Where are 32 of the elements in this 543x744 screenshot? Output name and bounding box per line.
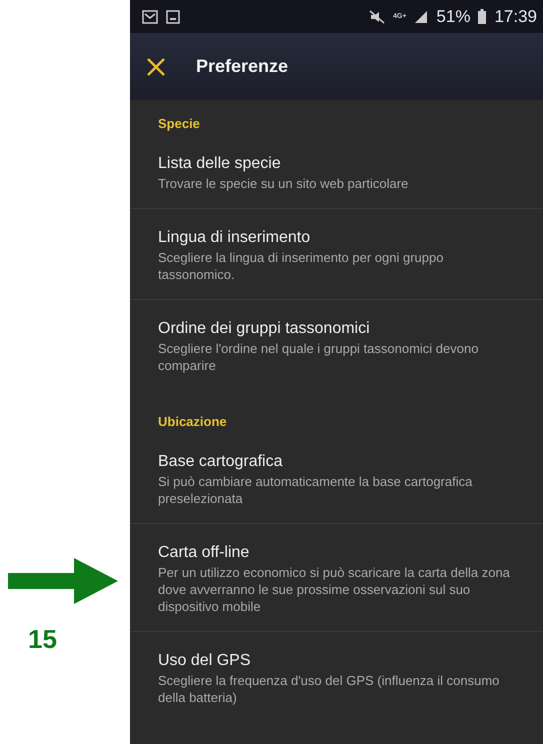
preference-title: Lista delle specie	[158, 154, 282, 174]
preference-summary: Scegliere l'ordine nel quale i gruppi tassonomici devono comparire	[158, 340, 480, 374]
image-icon	[166, 10, 180, 24]
preference-summary: Per un utilizzo economico si può scaricare la carta della zona dove avverranno le sue prossime osservazioni sul suo dispositivo mobile	[158, 564, 511, 615]
preference-summary: Si può cambiare automaticamente la base cartografica preselezionata	[158, 473, 474, 507]
preference-title: Carta off-line	[158, 543, 250, 563]
preference-item[interactable]: Base cartografica Si può cambiare automaticamente la base cartografica preselezionata	[130, 433, 543, 524]
preference-summary: Trovare le specie su un sito web particolare	[158, 175, 410, 192]
step-number: 15	[28, 624, 57, 655]
preference-title: Lingua di inserimento	[158, 228, 312, 248]
signal-icon	[414, 10, 428, 24]
preference-summary: Scegliere la frequenza d'uso del GPS (influenza il consumo della batteria)	[158, 672, 500, 706]
section-header: Ubicazione	[157, 413, 228, 431]
preference-title: Uso del GPS	[158, 651, 252, 671]
mute-icon	[368, 10, 385, 24]
screen-title: Preferenze	[196, 56, 288, 77]
battery-percent: 51%	[436, 6, 470, 26]
preference-item[interactable]: Ordine dei gruppi tassonomici Scegliere l'ordine nel quale i gruppi tassonomici devono comparire	[130, 300, 543, 390]
clock: 17:39	[494, 6, 537, 26]
section-header: Specie	[157, 115, 201, 133]
preference-item[interactable]: Lingua di inserimento Scegliere la lingua di inserimento per ogni gruppo tassonomico.	[130, 209, 543, 300]
close-icon	[146, 56, 166, 76]
preference-title: Ordine dei gruppi tassonomici	[158, 319, 371, 339]
preference-item[interactable]: Uso del GPS Scegliere la frequenza d'uso del GPS (influenza il consumo della batteria)	[130, 632, 543, 722]
preference-summary: Scegliere la lingua di inserimento per ogni gruppo tassonomico.	[158, 249, 444, 283]
close-button[interactable]	[146, 56, 166, 76]
right-arrow-icon	[8, 558, 118, 604]
preference-item[interactable]: Carta off-line Per un utilizzo economico si può scaricare la carta della zona dove avverranno le sue prossime osservazioni sul suo dispositivo mobile	[130, 524, 543, 632]
battery-icon	[478, 9, 486, 24]
preference-title: Base cartografica	[158, 452, 284, 472]
preference-item[interactable]: Lista delle specie Trovare le specie su un sito web particolare	[130, 135, 543, 209]
mail-icon	[142, 10, 158, 24]
